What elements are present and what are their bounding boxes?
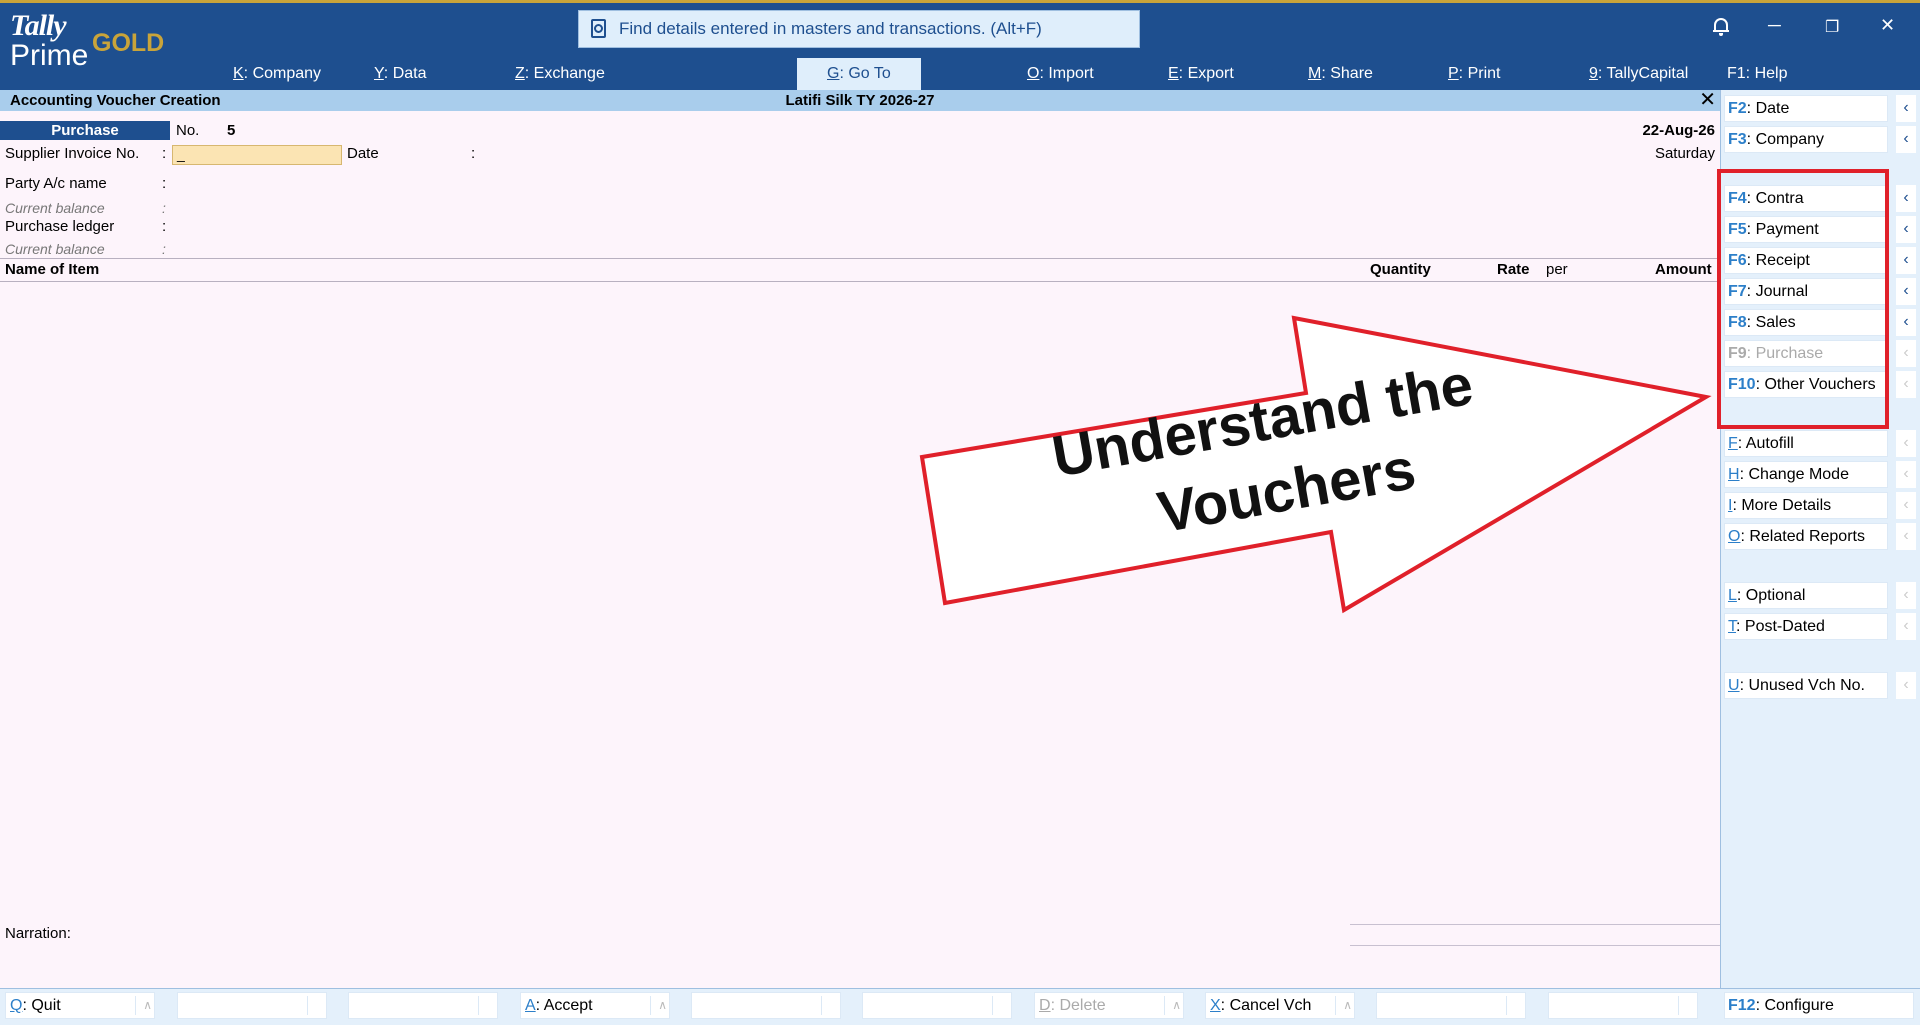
- screen-title: Accounting Voucher Creation: [10, 92, 221, 109]
- column-header-per: per: [1546, 261, 1568, 278]
- chevron-left-icon[interactable]: ‹: [1896, 216, 1916, 243]
- f10-other-vouchers-button[interactable]: F10: Other Vouchers: [1724, 371, 1888, 398]
- bottom-empty-button[interactable]: [691, 992, 841, 1019]
- f4-contra-button[interactable]: F4: Contra: [1724, 185, 1888, 212]
- chevron-left-icon[interactable]: ‹: [1896, 461, 1916, 488]
- bottom-empty-button[interactable]: [348, 992, 498, 1019]
- search-document-icon: [589, 19, 609, 39]
- divider: [0, 258, 1720, 259]
- chevron-left-icon[interactable]: ‹: [1896, 126, 1916, 153]
- chevron-left-icon[interactable]: ‹: [1896, 309, 1916, 336]
- column-header-name-of-item: Name of Item: [5, 261, 100, 278]
- colon: :: [162, 218, 167, 235]
- menu-exchange[interactable]: Z: Exchange: [515, 63, 605, 85]
- chevron-left-icon[interactable]: ‹: [1896, 613, 1916, 640]
- party-account-label: Party A/c name: [5, 175, 107, 192]
- supplier-invoice-input[interactable]: _: [172, 145, 342, 165]
- ledger-current-balance-label: Current balance: [5, 241, 105, 257]
- annotation-text-line1: Understand the: [1048, 352, 1478, 490]
- unused-voucher-no-button[interactable]: U: Unused Vch No.: [1724, 672, 1888, 699]
- minimize-button[interactable]: ─: [1768, 15, 1781, 36]
- chevron-left-icon[interactable]: ‹: [1896, 523, 1916, 550]
- logo-prime-text: Prime: [10, 39, 89, 72]
- f12-configure-button[interactable]: F12: Configure: [1724, 992, 1914, 1019]
- voucher-type-badge: Purchase: [0, 121, 170, 140]
- cancel-voucher-button[interactable]: X: Cancel Vch ∧: [1205, 992, 1355, 1019]
- column-header-quantity: Quantity: [1370, 261, 1431, 278]
- party-current-balance-label: Current balance: [5, 200, 105, 216]
- menu-help[interactable]: F1: Help: [1727, 63, 1787, 85]
- tally-prime-logo: Tally Prime: [10, 11, 88, 71]
- menu-print[interactable]: P: Print: [1448, 63, 1500, 85]
- chevron-left-icon[interactable]: ‹: [1896, 247, 1916, 274]
- chevron-left-icon[interactable]: ‹: [1896, 185, 1916, 212]
- colon: :: [162, 145, 167, 162]
- quit-button[interactable]: Q: Quit ∧: [5, 992, 155, 1019]
- bottom-empty-button[interactable]: [862, 992, 1012, 1019]
- colon: :: [471, 145, 476, 162]
- menu-tallycapital[interactable]: 9: TallyCapital: [1589, 63, 1688, 85]
- colon: :: [162, 200, 166, 216]
- f9-purchase-button: F9: Purchase: [1724, 340, 1888, 367]
- invoice-date-label: Date: [347, 145, 379, 162]
- accept-button[interactable]: A: Accept ∧: [520, 992, 670, 1019]
- f8-sales-button[interactable]: F8: Sales: [1724, 309, 1888, 336]
- colon: :: [162, 241, 166, 257]
- chevron-left-icon[interactable]: ‹: [1896, 371, 1916, 398]
- voucher-no-value: 5: [227, 122, 236, 139]
- supplier-invoice-label: Supplier Invoice No.: [5, 145, 140, 162]
- menu-import[interactable]: O: Import: [1027, 63, 1094, 85]
- top-bar: Tally Prime GOLD Find details entered in…: [0, 0, 1920, 90]
- chevron-left-icon[interactable]: ‹: [1896, 492, 1916, 519]
- delete-button: D: Delete ∧: [1034, 992, 1184, 1019]
- f5-payment-button[interactable]: F5: Payment: [1724, 216, 1888, 243]
- annotation-text-line2: Vouchers: [1153, 436, 1420, 545]
- change-mode-button[interactable]: H: Change Mode: [1724, 461, 1888, 488]
- f2-date-button[interactable]: F2: Date: [1724, 95, 1888, 122]
- bottom-empty-button[interactable]: [177, 992, 327, 1019]
- f6-receipt-button[interactable]: F6: Receipt: [1724, 247, 1888, 274]
- f3-company-button[interactable]: F3: Company: [1724, 126, 1888, 153]
- chevron-left-icon[interactable]: ‹: [1896, 430, 1916, 457]
- f7-journal-button[interactable]: F7: Journal: [1724, 278, 1888, 305]
- bottom-empty-button[interactable]: [1376, 992, 1526, 1019]
- close-window-button[interactable]: ✕: [1880, 15, 1895, 36]
- voucher-no-label: No.: [176, 122, 200, 139]
- bottom-empty-button[interactable]: [1548, 992, 1698, 1019]
- annotation-arrow: [919, 315, 1712, 614]
- notification-bell-icon[interactable]: [1713, 17, 1729, 36]
- logo-tally-text: Tally: [10, 9, 67, 42]
- autofill-button[interactable]: F: Autofill: [1724, 430, 1888, 457]
- voucher-day: Saturday: [1654, 145, 1715, 162]
- search-input[interactable]: Find details entered in masters and tran…: [578, 10, 1140, 48]
- column-header-amount: Amount: [1655, 261, 1712, 278]
- related-reports-button[interactable]: O: Related Reports: [1724, 523, 1888, 550]
- column-header-rate: Rate: [1497, 261, 1530, 278]
- chevron-left-icon: ‹: [1896, 340, 1916, 367]
- chevron-left-icon[interactable]: ‹: [1896, 672, 1916, 699]
- chevron-left-icon[interactable]: ‹: [1896, 582, 1916, 609]
- restore-button[interactable]: ❐: [1825, 17, 1839, 37]
- menu-go-to[interactable]: G: Go To: [797, 58, 921, 90]
- close-screen-button[interactable]: ✕: [1699, 90, 1716, 111]
- post-dated-button[interactable]: T: Post-Dated: [1724, 613, 1888, 640]
- divider: [0, 281, 1720, 282]
- voucher-date[interactable]: 22-Aug-26: [1642, 122, 1715, 140]
- menu-share[interactable]: M: Share: [1308, 63, 1373, 85]
- company-title: Latifi Silk TY 2026-27: [785, 92, 935, 109]
- edition-label: GOLD: [92, 29, 165, 57]
- menu-export[interactable]: E: Export: [1168, 63, 1234, 85]
- menu-data[interactable]: Y: Data: [374, 63, 426, 85]
- chevron-left-icon[interactable]: ‹: [1896, 278, 1916, 305]
- more-details-button[interactable]: I: More Details: [1724, 492, 1888, 519]
- title-strip: Latifi Silk TY 2026-27 Accounting Vouche…: [0, 90, 1720, 111]
- purchase-ledger-label: Purchase ledger: [5, 218, 115, 235]
- menu-company[interactable]: K: Company: [233, 63, 321, 85]
- narration-label: Narration:: [5, 925, 71, 942]
- optional-button[interactable]: L: Optional: [1724, 582, 1888, 609]
- search-placeholder: Find details entered in masters and tran…: [619, 19, 1042, 38]
- chevron-left-icon[interactable]: ‹: [1896, 95, 1916, 122]
- colon: :: [162, 175, 167, 192]
